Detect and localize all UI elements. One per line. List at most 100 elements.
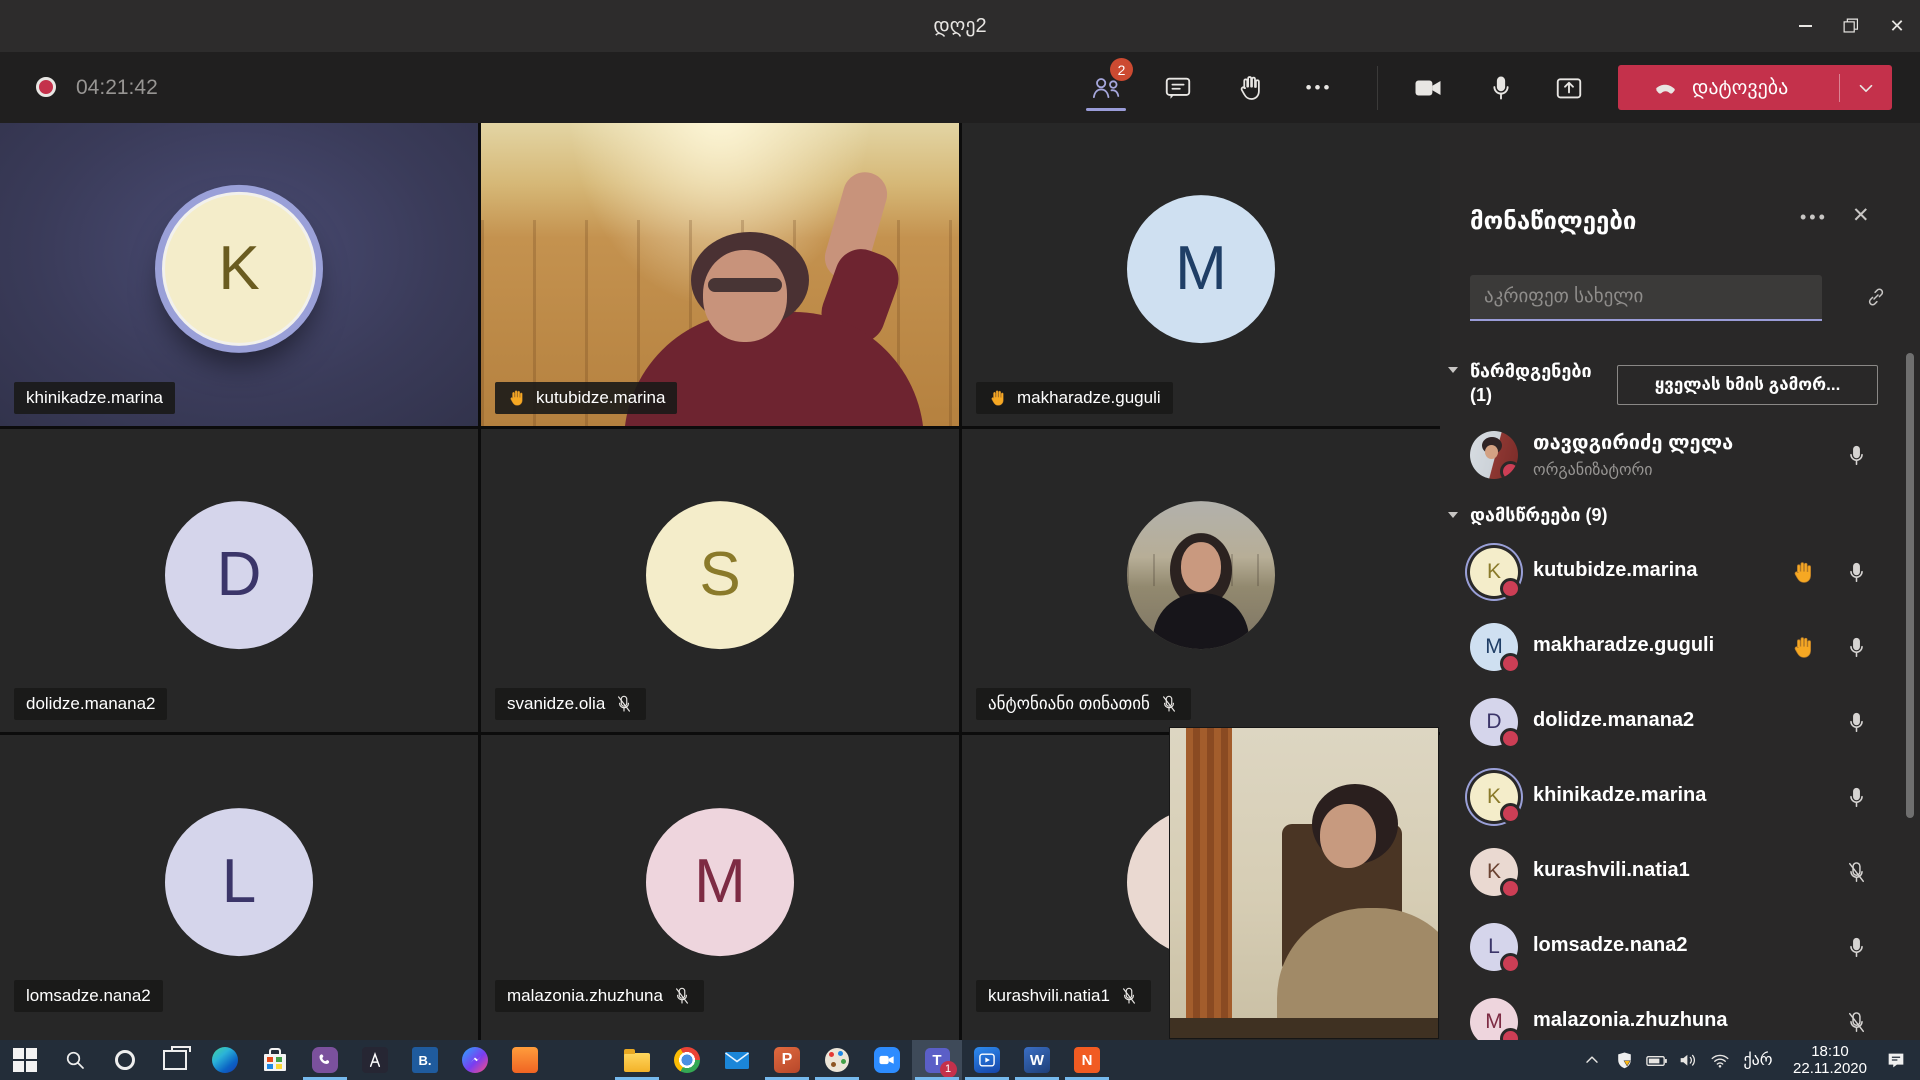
windows-logo-icon <box>13 1048 37 1072</box>
raised-hand-icon <box>1790 559 1817 586</box>
mic-muted-icon <box>672 986 692 1006</box>
mic-icon[interactable] <box>1844 560 1869 585</box>
share-screen-button[interactable] <box>1550 69 1588 107</box>
taskbar-powerpoint[interactable]: P <box>762 1040 812 1080</box>
defender-shield-icon[interactable] <box>1610 1040 1638 1080</box>
taskbar-teams[interactable]: T 1 <box>912 1040 962 1080</box>
mic-icon[interactable] <box>1844 935 1869 960</box>
presence-busy-icon <box>1500 578 1521 599</box>
participant-row[interactable]: K khinikadze.marina <box>1440 760 1920 835</box>
battery-icon[interactable] <box>1642 1040 1670 1080</box>
participant-row[interactable]: M malazonia.zhuzhuna <box>1440 985 1920 1040</box>
taskbar-edge[interactable] <box>200 1040 250 1080</box>
camera-button[interactable] <box>1409 69 1447 107</box>
taskbar-bank-app[interactable]: B. <box>400 1040 450 1080</box>
avatar: D <box>165 501 313 649</box>
raised-hand-icon <box>988 388 1008 408</box>
mute-all-button[interactable]: ყველას ხმის გამორ... <box>1617 365 1878 405</box>
video-tile[interactable]: L lomsadze.nana2 <box>0 735 478 1040</box>
participant-row[interactable]: L lomsadze.nana2 <box>1440 910 1920 985</box>
mic-muted-icon <box>1119 986 1139 1006</box>
taskbar-clock[interactable]: 18:10 22.11.2020 <box>1782 1043 1878 1077</box>
restore-button[interactable] <box>1828 0 1874 52</box>
volume-icon[interactable] <box>1674 1040 1702 1080</box>
taskbar-mail[interactable] <box>712 1040 762 1080</box>
organizer-row[interactable]: თავდგირიძე ლელა ორგანიზატორი <box>1440 418 1920 493</box>
presenters-section-header[interactable]: წარმდგენები (1) <box>1448 359 1596 407</box>
attendees-label: დამსწრეები (9) <box>1470 503 1607 527</box>
taskbar-word[interactable]: W <box>1012 1040 1062 1080</box>
video-tile[interactable]: D dolidze.manana2 <box>0 429 478 732</box>
panel-close-button[interactable]: ✕ <box>1852 203 1870 228</box>
task-view-button[interactable] <box>150 1040 200 1080</box>
taskbar-viber[interactable] <box>300 1040 350 1080</box>
self-view-video[interactable] <box>1170 728 1438 1038</box>
search-input[interactable] <box>1470 275 1822 321</box>
recording-indicator-icon <box>36 77 56 97</box>
share-invite-link-icon[interactable] <box>1864 285 1888 309</box>
taskbar-apps: B. P <box>0 1040 1112 1080</box>
participant-row[interactable]: K kutubidze.marina <box>1440 535 1920 610</box>
chat-icon <box>1163 73 1193 103</box>
avatar-initial: M <box>1485 635 1503 659</box>
minimize-button[interactable] <box>1782 0 1828 52</box>
scrollbar-thumb[interactable] <box>1906 353 1914 818</box>
acrobat-icon <box>362 1047 388 1073</box>
avatar: K <box>162 191 316 345</box>
attendees-section-header[interactable]: დამსწრეები (9) <box>1448 503 1607 527</box>
participant-name: kurashvili.natia1 <box>1533 859 1690 882</box>
leave-button[interactable]: დატოვება <box>1618 65 1892 110</box>
clock-date: 22.11.2020 <box>1782 1060 1878 1077</box>
avatar: M <box>646 808 794 956</box>
video-feed <box>481 123 959 426</box>
taskbar-file-explorer[interactable] <box>612 1040 662 1080</box>
taskbar-acrobat[interactable] <box>350 1040 400 1080</box>
action-center-button[interactable] <box>1882 1040 1910 1080</box>
video-tile[interactable]: ანტონიანი თინათინ <box>962 429 1440 732</box>
video-tile[interactable]: K khinikadze.marina <box>0 123 478 426</box>
avatar <box>1470 431 1518 479</box>
taskbar-zoom[interactable] <box>862 1040 912 1080</box>
panel-more-button[interactable]: ••• <box>1800 207 1828 228</box>
mic-icon[interactable] <box>1844 785 1869 810</box>
avatar: M <box>1470 623 1518 671</box>
mic-icon[interactable] <box>1844 635 1869 660</box>
chrome-icon <box>674 1047 700 1073</box>
participant-row[interactable]: D dolidze.manana2 <box>1440 685 1920 760</box>
chevron-down-icon <box>1448 367 1458 373</box>
close-button[interactable]: ✕ <box>1874 0 1920 52</box>
mic-muted-icon[interactable] <box>1844 1010 1869 1035</box>
participant-row[interactable]: K kurashvili.natia1 <box>1440 835 1920 910</box>
viber-icon <box>312 1047 338 1073</box>
start-button[interactable] <box>0 1040 50 1080</box>
avatar: M <box>1470 998 1518 1040</box>
wifi-icon[interactable] <box>1706 1040 1734 1080</box>
taskbar-messenger[interactable] <box>450 1040 500 1080</box>
mic-button[interactable] <box>1482 69 1520 107</box>
mic-icon[interactable] <box>1844 710 1869 735</box>
video-tile[interactable]: M malazonia.zhuzhuna <box>481 735 959 1040</box>
raise-hand-button[interactable] <box>1232 69 1270 107</box>
language-indicator[interactable]: ქარ <box>1738 1040 1778 1080</box>
avatar-photo <box>1127 501 1275 649</box>
video-tile[interactable]: kutubidze.marina <box>481 123 959 426</box>
video-tile[interactable]: M makharadze.guguli <box>962 123 1440 426</box>
powerpoint-icon: P <box>774 1047 800 1073</box>
taskbar-nitro[interactable]: N <box>1062 1040 1112 1080</box>
video-tile[interactable]: S svanidze.olia <box>481 429 959 732</box>
toolbar-divider <box>1377 66 1378 110</box>
taskbar-films[interactable] <box>962 1040 1012 1080</box>
mic-muted-icon[interactable] <box>1844 860 1869 885</box>
mic-icon[interactable] <box>1844 443 1869 468</box>
more-actions-button[interactable]: ••• <box>1300 69 1338 107</box>
taskbar-chrome[interactable] <box>662 1040 712 1080</box>
taskbar-paint[interactable] <box>812 1040 862 1080</box>
cortana-button[interactable] <box>100 1040 150 1080</box>
taskbar-store[interactable] <box>250 1040 300 1080</box>
chat-button[interactable] <box>1159 69 1197 107</box>
participant-row[interactable]: M makharadze.guguli <box>1440 610 1920 685</box>
leave-options-button[interactable] <box>1840 77 1892 99</box>
tray-expand-button[interactable] <box>1578 1040 1606 1080</box>
taskbar-search-button[interactable] <box>50 1040 100 1080</box>
taskbar-unknown-app[interactable] <box>500 1040 550 1080</box>
